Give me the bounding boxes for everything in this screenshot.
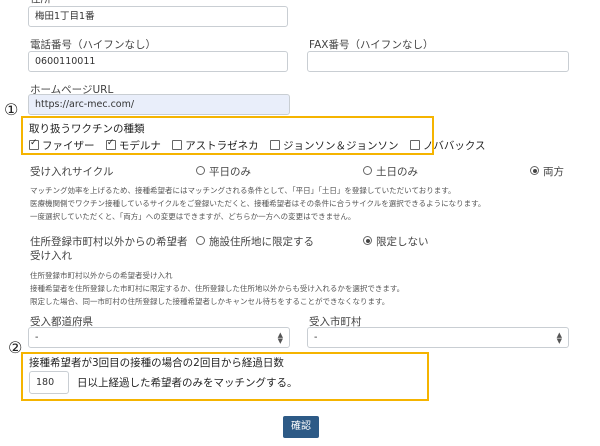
cycle-help-3: 一度選択していただくと、「両方」への変更はできますが、どちらか一方への変更はでき… <box>30 212 356 221</box>
cycle-option-weekday[interactable]: 平日のみ <box>196 164 251 179</box>
phone-field[interactable]: 0600110011 <box>28 51 288 72</box>
fax-label: FAX番号（ハイフンなし） <box>309 39 434 51</box>
address-field[interactable]: 梅田1丁目1番 <box>28 6 288 27</box>
residence-help-3: 限定した場合、同一市町村の住所登録した接種希望者しかキャンセル待ちをすることがで… <box>30 297 390 306</box>
cycle-option-weekend[interactable]: 土日のみ <box>363 164 418 179</box>
updown-caret-icon: ▲ ▼ <box>556 331 562 345</box>
vaccine-option-moderna[interactable]: モデルナ <box>105 138 161 152</box>
checkbox[interactable] <box>270 140 281 150</box>
residence-label-line1: 住所登録市町村以外からの希望者 <box>30 236 188 248</box>
checkbox[interactable] <box>105 138 116 150</box>
updown-caret-icon: ▲ ▼ <box>277 331 283 345</box>
cycle-label: 受け入れサイクル <box>30 166 114 178</box>
radio[interactable] <box>530 166 539 175</box>
vaccines-options: ファイザー モデルナ アストラゼネカ ジョンソン＆ジョンソン ノババックス <box>29 138 494 153</box>
vaccine-option-pfizer[interactable]: ファイザー <box>29 138 95 152</box>
residence-option-limit[interactable]: 施設住所地に限定する <box>196 234 314 249</box>
fax-field[interactable] <box>307 51 569 72</box>
radio[interactable] <box>363 236 372 245</box>
vaccine-option-astrazeneca[interactable]: アストラゼネカ <box>172 140 259 152</box>
checkbox[interactable] <box>409 140 420 150</box>
prefecture-select[interactable]: - ▲ ▼ <box>28 327 290 348</box>
marker-one: ① <box>4 100 19 119</box>
radio[interactable] <box>196 236 205 245</box>
interval-label: 接種希望者が3回目の接種の場合の2回目から経過日数 <box>29 357 284 369</box>
residence-help-1: 住所登録市町村以外からの希望者受け入れ <box>30 271 173 280</box>
phone-label: 電話番号（ハイフンなし） <box>30 39 156 51</box>
cycle-help-1: マッチング効率を上げるため、接種希望者にはマッチングされる条件として、「平日」「… <box>30 186 456 195</box>
homepage-field[interactable]: https://arc-mec.com/ <box>28 94 290 115</box>
vaccines-label: 取り扱うワクチンの種類 <box>29 123 145 135</box>
interval-suffix: 日以上経過した希望者のみをマッチングする。 <box>77 377 298 389</box>
radio[interactable] <box>196 166 205 175</box>
checkbox[interactable] <box>172 140 183 150</box>
interval-days-field[interactable]: 180 <box>29 371 69 394</box>
cycle-help-2: 医療機関側でワクチン接種しているサイクルをご登録いただくと、接種希望者はその条件… <box>30 199 486 208</box>
residence-label-line2: 受け入れ <box>30 250 72 262</box>
radio[interactable] <box>363 166 372 175</box>
residence-option-nolimit[interactable]: 限定しない <box>363 234 429 249</box>
cycle-option-both[interactable]: 両方 <box>530 164 564 179</box>
vaccine-option-jnj[interactable]: ジョンソン＆ジョンソン <box>270 140 399 152</box>
confirm-button[interactable]: 確認 <box>283 416 319 438</box>
checkbox[interactable] <box>29 138 39 150</box>
residence-help-2: 接種希望者を住所登録した市町村に限定するか、住所登録した住所地以外からも受け入れ… <box>30 284 405 293</box>
city-select[interactable]: - ▲ ▼ <box>307 327 569 348</box>
vaccine-option-novavax[interactable]: ノババックス <box>409 140 486 152</box>
